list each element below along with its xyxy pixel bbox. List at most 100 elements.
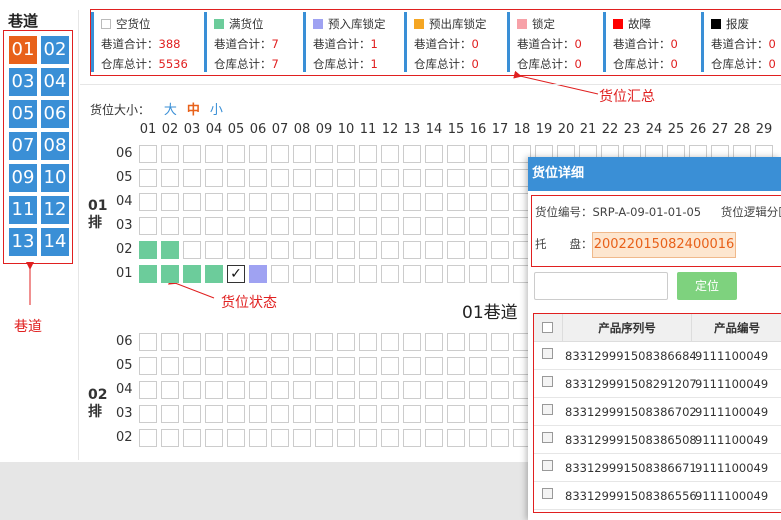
row-checkbox[interactable]	[542, 376, 553, 387]
slot-empty[interactable]	[249, 193, 267, 211]
slot-empty[interactable]	[337, 145, 355, 163]
slot-empty[interactable]	[403, 405, 421, 423]
slot-empty[interactable]	[183, 169, 201, 187]
slot-empty[interactable]	[293, 357, 311, 375]
row-checkbox[interactable]	[542, 404, 553, 415]
slot-empty[interactable]	[469, 381, 487, 399]
slot-empty[interactable]	[337, 241, 355, 259]
slot-empty[interactable]	[337, 169, 355, 187]
slot-empty[interactable]	[381, 381, 399, 399]
slot-empty[interactable]	[403, 217, 421, 235]
slot-empty[interactable]	[469, 265, 487, 283]
slot-empty[interactable]	[469, 429, 487, 447]
slot-empty[interactable]	[381, 145, 399, 163]
slot-selected[interactable]: ✓	[227, 265, 245, 283]
slot-empty[interactable]	[381, 217, 399, 235]
slot-empty[interactable]	[293, 405, 311, 423]
slot-empty[interactable]	[315, 241, 333, 259]
slot-empty[interactable]	[447, 429, 465, 447]
slot-empty[interactable]	[491, 429, 509, 447]
slot-empty[interactable]	[425, 405, 443, 423]
slot-empty[interactable]	[227, 193, 245, 211]
slot-full[interactable]	[183, 265, 201, 283]
slot-empty[interactable]	[337, 405, 355, 423]
slot-empty[interactable]	[425, 217, 443, 235]
slot-empty[interactable]	[293, 217, 311, 235]
row-checkbox[interactable]	[542, 460, 553, 471]
slot-empty[interactable]	[425, 357, 443, 375]
slot-empty[interactable]	[403, 169, 421, 187]
row-checkbox[interactable]	[542, 348, 553, 359]
slot-empty[interactable]	[271, 241, 289, 259]
slot-empty[interactable]	[293, 169, 311, 187]
slot-empty[interactable]	[403, 241, 421, 259]
slot-empty[interactable]	[139, 405, 157, 423]
slot-empty[interactable]	[249, 145, 267, 163]
slot-empty[interactable]	[359, 265, 377, 283]
slot-empty[interactable]	[139, 145, 157, 163]
slot-empty[interactable]	[293, 145, 311, 163]
slot-empty[interactable]	[469, 145, 487, 163]
slot-empty[interactable]	[161, 193, 179, 211]
slot-empty[interactable]	[469, 357, 487, 375]
slot-empty[interactable]	[315, 381, 333, 399]
slot-empty[interactable]	[249, 333, 267, 351]
slot-empty[interactable]	[491, 333, 509, 351]
slot-empty[interactable]	[183, 405, 201, 423]
slot-empty[interactable]	[491, 265, 509, 283]
slot-empty[interactable]	[359, 357, 377, 375]
slot-empty[interactable]	[359, 217, 377, 235]
slot-empty[interactable]	[491, 381, 509, 399]
slot-empty[interactable]	[403, 193, 421, 211]
slot-empty[interactable]	[425, 333, 443, 351]
slot-empty[interactable]	[425, 429, 443, 447]
slot-empty[interactable]	[161, 429, 179, 447]
slot-empty[interactable]	[271, 333, 289, 351]
slot-empty[interactable]	[337, 381, 355, 399]
slot-empty[interactable]	[337, 265, 355, 283]
slot-empty[interactable]	[293, 381, 311, 399]
slot-empty[interactable]	[315, 145, 333, 163]
slot-full[interactable]	[161, 241, 179, 259]
slot-empty[interactable]	[447, 145, 465, 163]
slot-empty[interactable]	[381, 265, 399, 283]
slot-empty[interactable]	[315, 193, 333, 211]
slot-empty[interactable]	[359, 145, 377, 163]
slot-empty[interactable]	[491, 145, 509, 163]
slot-empty[interactable]	[447, 217, 465, 235]
slot-empty[interactable]	[491, 405, 509, 423]
slot-empty[interactable]	[161, 381, 179, 399]
slot-empty[interactable]	[227, 333, 245, 351]
size-option[interactable]: 大	[164, 103, 177, 118]
slot-empty[interactable]	[271, 381, 289, 399]
slot-empty[interactable]	[271, 265, 289, 283]
slot-empty[interactable]	[227, 405, 245, 423]
select-all-checkbox[interactable]	[542, 322, 553, 333]
slot-empty[interactable]	[205, 217, 223, 235]
slot-empty[interactable]	[271, 169, 289, 187]
slot-empty[interactable]	[315, 169, 333, 187]
slot-empty[interactable]	[227, 169, 245, 187]
slot-empty[interactable]	[491, 217, 509, 235]
row-checkbox[interactable]	[542, 488, 553, 499]
slot-empty[interactable]	[139, 381, 157, 399]
slot-empty[interactable]	[491, 357, 509, 375]
slot-empty[interactable]	[447, 357, 465, 375]
slot-empty[interactable]	[271, 217, 289, 235]
slot-empty[interactable]	[205, 145, 223, 163]
slot-empty[interactable]	[359, 241, 377, 259]
slot-empty[interactable]	[381, 193, 399, 211]
slot-empty[interactable]	[183, 381, 201, 399]
slot-empty[interactable]	[139, 217, 157, 235]
slot-empty[interactable]	[249, 405, 267, 423]
slot-empty[interactable]	[337, 193, 355, 211]
slot-empty[interactable]	[447, 405, 465, 423]
slot-empty[interactable]	[337, 333, 355, 351]
locate-button[interactable]: 定位	[677, 272, 737, 300]
slot-empty[interactable]	[227, 381, 245, 399]
slot-empty[interactable]	[249, 357, 267, 375]
slot-empty[interactable]	[183, 145, 201, 163]
slot-empty[interactable]	[205, 241, 223, 259]
slot-empty[interactable]	[249, 381, 267, 399]
slot-empty[interactable]	[381, 169, 399, 187]
